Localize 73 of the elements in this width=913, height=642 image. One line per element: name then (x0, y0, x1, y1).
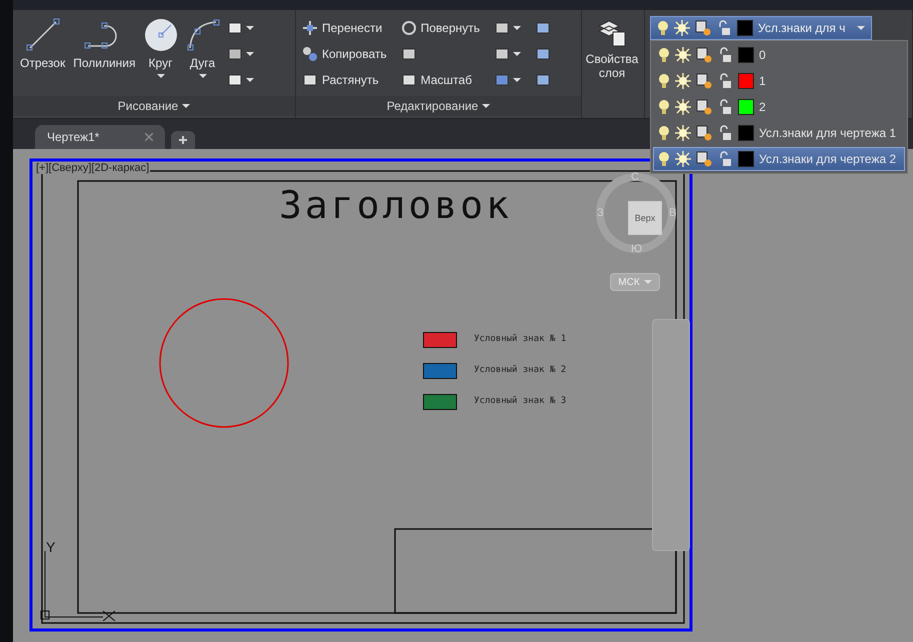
ribbon-tool-button[interactable]: Полилиния (70, 16, 138, 72)
layer-name: Усл.знаки для чертежа 2 (759, 152, 896, 166)
document-tab[interactable]: Чертеж1* (35, 125, 165, 149)
lightbulb-icon[interactable] (658, 151, 670, 167)
lightbulb-icon[interactable] (658, 73, 670, 89)
circle-tool-icon (144, 18, 178, 52)
layer-list-item[interactable]: 1 (653, 69, 905, 93)
layer-name: 2 (759, 100, 766, 114)
viewport-icon[interactable] (696, 73, 712, 89)
copy-icon (302, 46, 318, 62)
ribbon-tool-button[interactable]: Растянуть (300, 70, 389, 90)
viewport-icon[interactable] (696, 99, 712, 115)
color-swatch (737, 20, 753, 36)
new-tab-button[interactable] (171, 131, 195, 149)
ribbon-tool-button[interactable]: Масштаб (398, 70, 482, 90)
panel-title[interactable]: Рисование (13, 96, 295, 116)
layer-name: Усл.знаки для чертежа 1 (759, 126, 896, 140)
ribbon-tool-button[interactable]: Перенести (300, 18, 389, 38)
arc-tool-icon (186, 18, 220, 52)
compass-letter: С (631, 171, 639, 183)
rectangle-icon (226, 20, 242, 36)
layer-list-item[interactable]: 2 (653, 95, 905, 119)
viewport-icon[interactable] (695, 20, 711, 36)
viewport-icon[interactable] (696, 47, 712, 63)
legend-label: Условный знак № 1 (474, 334, 566, 344)
layer-list-item[interactable]: Усл.знаки для чертежа 1 (653, 121, 905, 145)
sun-icon[interactable] (675, 99, 691, 115)
layer-name: 0 (759, 48, 766, 62)
move-arrows-icon (302, 20, 318, 36)
caret-icon (857, 26, 865, 30)
caret-icon (246, 26, 254, 30)
sun-icon[interactable] (675, 125, 691, 141)
viewport-icon[interactable] (696, 151, 712, 167)
lightbulb-icon[interactable] (657, 20, 669, 36)
layer-dropdown[interactable]: Усл.знаки для ч (650, 16, 872, 40)
ribbon-tool-button[interactable]: Отрезок (17, 16, 68, 72)
caret-icon (512, 26, 521, 30)
layer-name: 1 (759, 74, 766, 88)
sun-icon[interactable] (675, 151, 691, 167)
compass-letter: Ю (631, 243, 642, 255)
caret-icon (512, 78, 521, 82)
viewcube-face[interactable]: Верх (628, 201, 662, 235)
layer-properties-button[interactable]: Свойства слоя (586, 16, 638, 82)
ribbon-tool-button[interactable]: Дуга (182, 16, 222, 80)
panel-title[interactable]: Редактирование (296, 96, 581, 116)
sun-icon[interactable] (675, 47, 691, 63)
axis-label: Y (46, 539, 56, 555)
caret-icon (246, 78, 254, 82)
lightbulb-icon[interactable] (658, 47, 670, 63)
viewport-icon[interactable] (696, 125, 712, 141)
legend-label: Условный знак № 3 (474, 396, 566, 406)
viewport-label[interactable]: [+][Сверху][2D-каркас] (35, 162, 150, 174)
ribbon-tool-button[interactable]: Копировать (300, 44, 389, 64)
close-icon[interactable] (145, 133, 153, 141)
caret-icon (644, 280, 652, 284)
caret-icon (482, 104, 490, 108)
layers-icon (597, 18, 627, 48)
caret-icon (246, 52, 254, 56)
layer-list-item[interactable]: 0 (653, 43, 905, 67)
line-tool-icon (26, 18, 60, 52)
caret-icon (512, 52, 521, 56)
caret-icon (182, 104, 190, 108)
drawing-title: Заголовок (279, 183, 512, 227)
legend-label: Условный знак № 2 (474, 365, 566, 375)
sun-icon[interactable] (675, 73, 691, 89)
lightbulb-icon[interactable] (658, 125, 670, 141)
lightbulb-icon[interactable] (658, 99, 670, 115)
plus-icon (179, 136, 187, 144)
ribbon-tool-button[interactable]: Круг (140, 16, 180, 80)
rotate-icon (400, 20, 417, 36)
ribbon-tool-button[interactable]: Повернуть (398, 18, 482, 38)
layer-list-item[interactable]: Усл.знаки для чертежа 2 (653, 147, 905, 171)
sun-icon[interactable] (674, 20, 690, 36)
